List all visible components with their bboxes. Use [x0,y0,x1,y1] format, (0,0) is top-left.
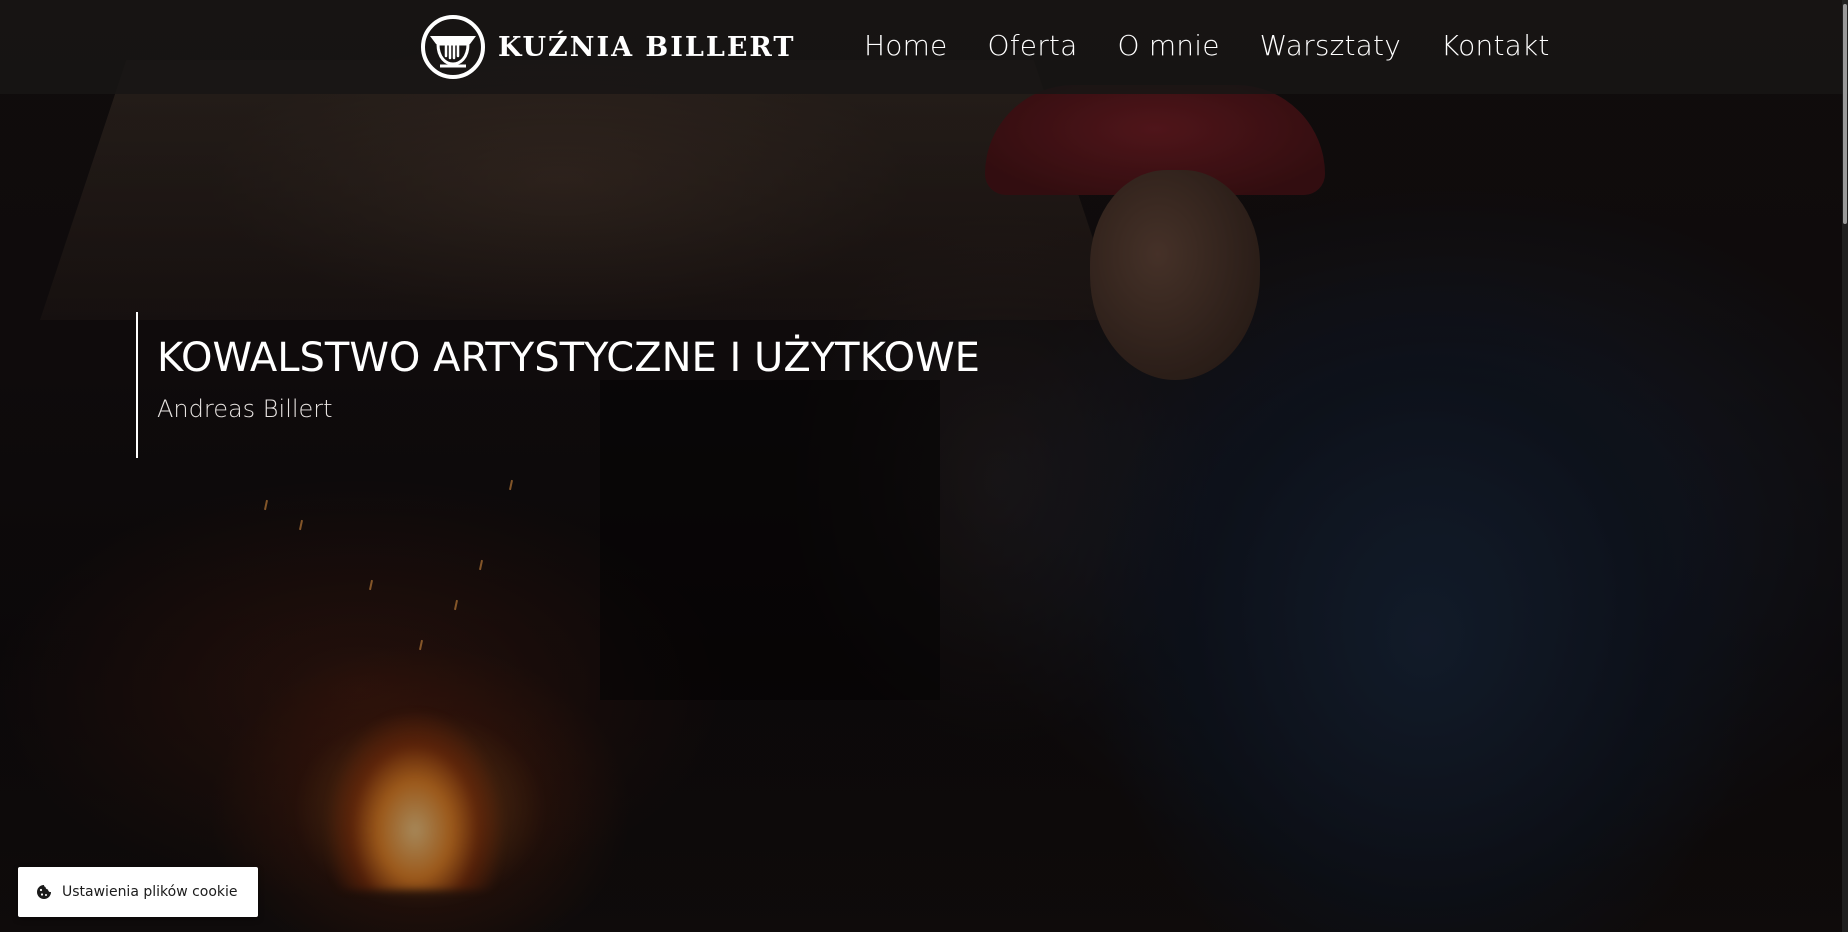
nav-item-home[interactable]: Home [864,26,948,66]
cookie-icon [37,885,51,899]
main-nav: Home Oferta O mnie Warsztaty Kontakt [864,26,1550,66]
anvil-hand-emblem-icon [421,15,485,79]
cookie-settings-label: Ustawienia plików cookie [62,884,238,900]
hero-subtitle: Andreas Billert [157,395,333,423]
hero-dark-overlay [0,0,1848,932]
site-logo[interactable]: KUŹNIA BILLERT [420,12,795,82]
nav-item-o-mnie[interactable]: O mnie [1117,26,1219,66]
nav-item-warsztaty[interactable]: Warsztaty [1260,26,1401,66]
page-scrollbar[interactable] [1842,0,1848,932]
scrollbar-thumb[interactable] [1843,4,1847,224]
logo-text: KUŹNIA BILLERT [498,31,796,63]
nav-item-kontakt[interactable]: Kontakt [1441,26,1550,66]
page: KUŹNIA BILLERT Home Oferta O mnie Warszt… [0,0,1848,932]
cookie-settings-button[interactable]: Ustawienia plików cookie [18,867,258,917]
nav-item-oferta[interactable]: Oferta [988,26,1078,66]
site-header: KUŹNIA BILLERT Home Oferta O mnie Warszt… [0,0,1848,94]
hero-title: KOWALSTWO ARTYSTYCZNE I UŻYTKOWE [157,335,980,381]
hero-caption: KOWALSTWO ARTYSTYCZNE I UŻYTKOWE Andreas… [136,312,980,458]
